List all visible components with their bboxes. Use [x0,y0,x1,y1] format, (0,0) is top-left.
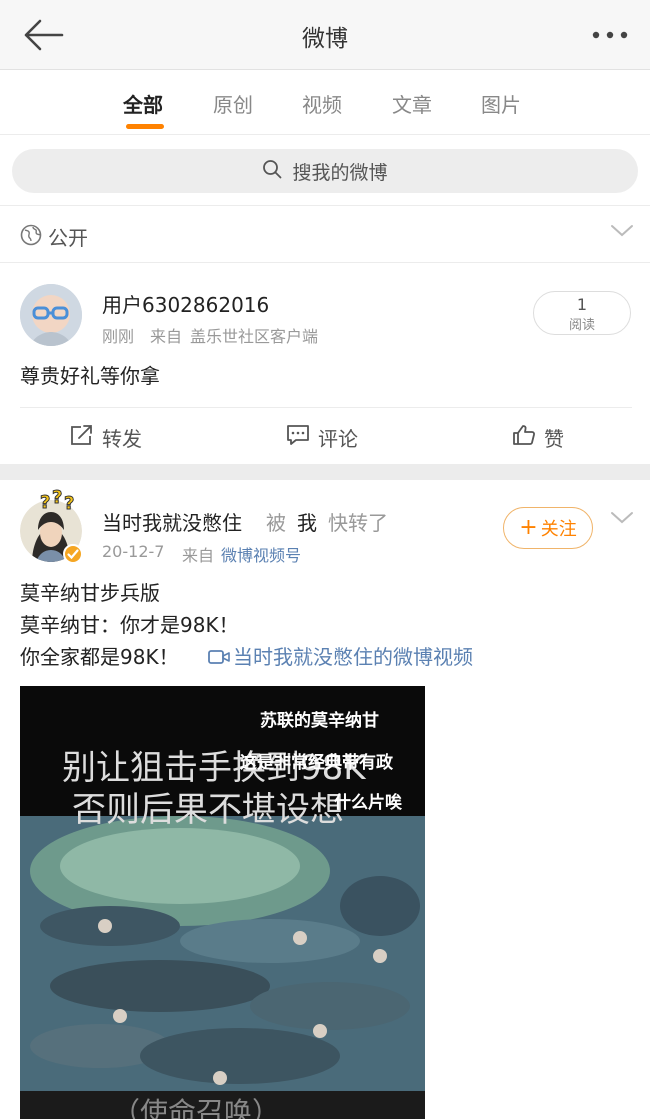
like-label: 赞 [544,427,564,451]
tab-video[interactable]: 视频 [302,89,342,118]
tab-original[interactable]: 原创 [213,89,253,118]
svg-text:?: ? [52,488,62,508]
active-tab-indicator [126,124,164,129]
username[interactable]: 用户6302862016 [102,289,269,318]
tab-bar: 全部 原创 视频 文章 图片 [0,71,650,135]
tab-picture[interactable]: 图片 [481,89,521,118]
quick-repost-label: 快转了 [328,511,388,535]
post-source-link[interactable]: 微博视频号 [221,542,301,566]
read-count: 1 [576,295,588,314]
search-input[interactable]: 搜我的微博 [12,149,638,193]
post-date: 20-12-7 [102,542,165,561]
post-source: 盖乐世社区客户端 [190,327,319,346]
tab-article[interactable]: 文章 [392,89,432,118]
avatar[interactable]: ? ? ? [20,488,83,564]
comment-label: 评论 [318,427,358,451]
page-title: 微博 [302,26,348,52]
comment-icon [286,424,318,451]
repost-label: 转发 [102,427,142,451]
like-button[interactable]: 赞 [512,423,564,452]
read-count-button[interactable]: 1 阅读 [533,291,631,335]
video-bottom-caption: （使命召唤） [112,1096,281,1119]
privacy-filter[interactable]: 公开 [0,207,650,263]
post-line-3: 你全家都是98K！ [20,645,179,669]
verified-badge-icon [63,544,83,564]
post-line-1: 莫辛纳甘步兵版 [20,581,160,605]
search-section: 搜我的微博 [0,136,650,206]
avatar[interactable] [20,284,82,346]
chevron-down-icon[interactable] [610,510,634,530]
read-label: 阅读 [568,318,595,333]
post-text: 尊贵好礼等你拿 [20,364,160,388]
question-marks-icon: ? ? ? [40,488,75,514]
video-link[interactable]: 当时我就没憋住的微博视频 [208,641,473,673]
source-prefix: 来自 [182,546,215,565]
search-icon [262,159,282,183]
card-separator [0,464,650,480]
more-icon[interactable] [590,22,630,48]
video-link-label: 当时我就没憋住的微博视频 [233,645,473,669]
repost-by-label: 被 [266,511,286,535]
username[interactable]: 当时我就没憋住 [102,507,242,536]
thumbs-up-icon [512,424,544,451]
repost-icon [70,424,102,451]
privacy-label: 公开 [48,226,88,250]
plus-icon: + [519,515,538,540]
post-time: 刚刚 [102,327,135,346]
post-card-1: 用户6302862016 刚刚 来自 盖乐世社区客户端 1 阅读 尊贵好礼等你拿… [0,264,650,464]
follow-label: 关注 [540,519,577,540]
action-bar: 转发 评论 赞 [20,407,632,463]
comment-button[interactable]: 评论 [286,423,358,452]
video-camera-icon [208,649,230,665]
repost-button[interactable]: 转发 [70,423,142,452]
chevron-down-icon[interactable] [610,223,634,243]
svg-text:?: ? [40,492,50,513]
search-placeholder: 搜我的微博 [292,161,388,184]
repost-me-label[interactable]: 我 [297,507,317,536]
post-line-2: 莫辛纳甘：你才是98K！ [20,613,239,637]
video-caption-2: 否则后果不堪设想 [72,790,344,830]
video-danmaku-1: 这是非常经典带有政 [240,753,393,773]
top-bar: 微博 [0,0,650,70]
globe-icon [20,224,42,250]
source-prefix: 来自 [150,327,183,346]
video-overlay-title: 苏联的莫辛纳甘 [260,711,379,731]
video-danmaku-2: 什么片唉 [334,793,402,813]
svg-text:?: ? [64,493,74,514]
tab-all[interactable]: 全部 [123,89,163,118]
video-thumbnail[interactable]: 苏联的莫辛纳甘 别让狙击手换到98K 否则后果不堪设想 这是非常经典带有政 什么… [20,686,425,1119]
follow-button[interactable]: + 关注 [503,507,593,549]
